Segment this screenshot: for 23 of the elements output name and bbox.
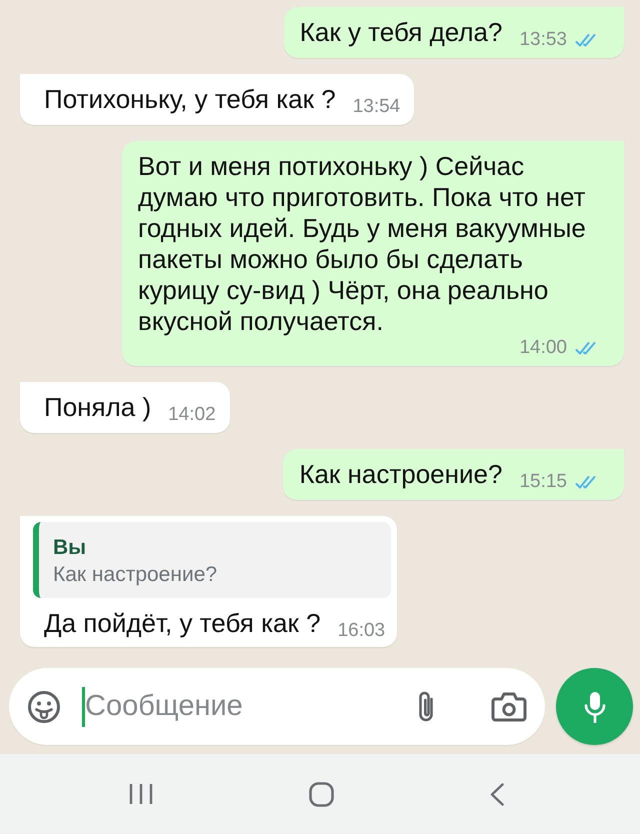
message-input[interactable]: Сообщение [85, 686, 403, 726]
message-time: 13:54 [352, 96, 400, 118]
message-time: 13:53 [519, 29, 567, 51]
quote-text: Как настроение? [53, 562, 218, 588]
message-time: 15:15 [519, 471, 567, 493]
message-time: 14:02 [168, 404, 216, 426]
quote-author: Вы [53, 535, 86, 561]
message-time: 16:03 [338, 620, 386, 642]
camera-icon[interactable] [491, 692, 527, 722]
microphone-icon [584, 690, 606, 722]
recent-apps-icon[interactable] [129, 783, 153, 805]
message-text: Потихоньку, у тебя как ? [44, 84, 336, 115]
back-icon[interactable] [490, 782, 504, 806]
home-icon[interactable] [309, 782, 334, 806]
smiley-icon[interactable] [27, 690, 61, 724]
message-text: Поняла ) [44, 392, 152, 423]
message-field[interactable]: Сообщение [9, 668, 545, 745]
message-text: Да пойдёт, у тебя как ? [44, 608, 321, 639]
reply-quote[interactable]: Вы Как настроение? [33, 522, 392, 598]
message-text: Как у тебя дела? [300, 17, 502, 48]
message-time: 14:00 [519, 337, 567, 359]
message-text: Как настроение? [299, 459, 502, 490]
message-text: Вот и меня потихоньку ) Сейчас думаю что приготовить. Пока что нет годных идей. Будь у меня вакуумные пакеты можно было бы сделать курицу су-вид ) Чёрт, она реально вкусной получается. [138, 151, 587, 337]
